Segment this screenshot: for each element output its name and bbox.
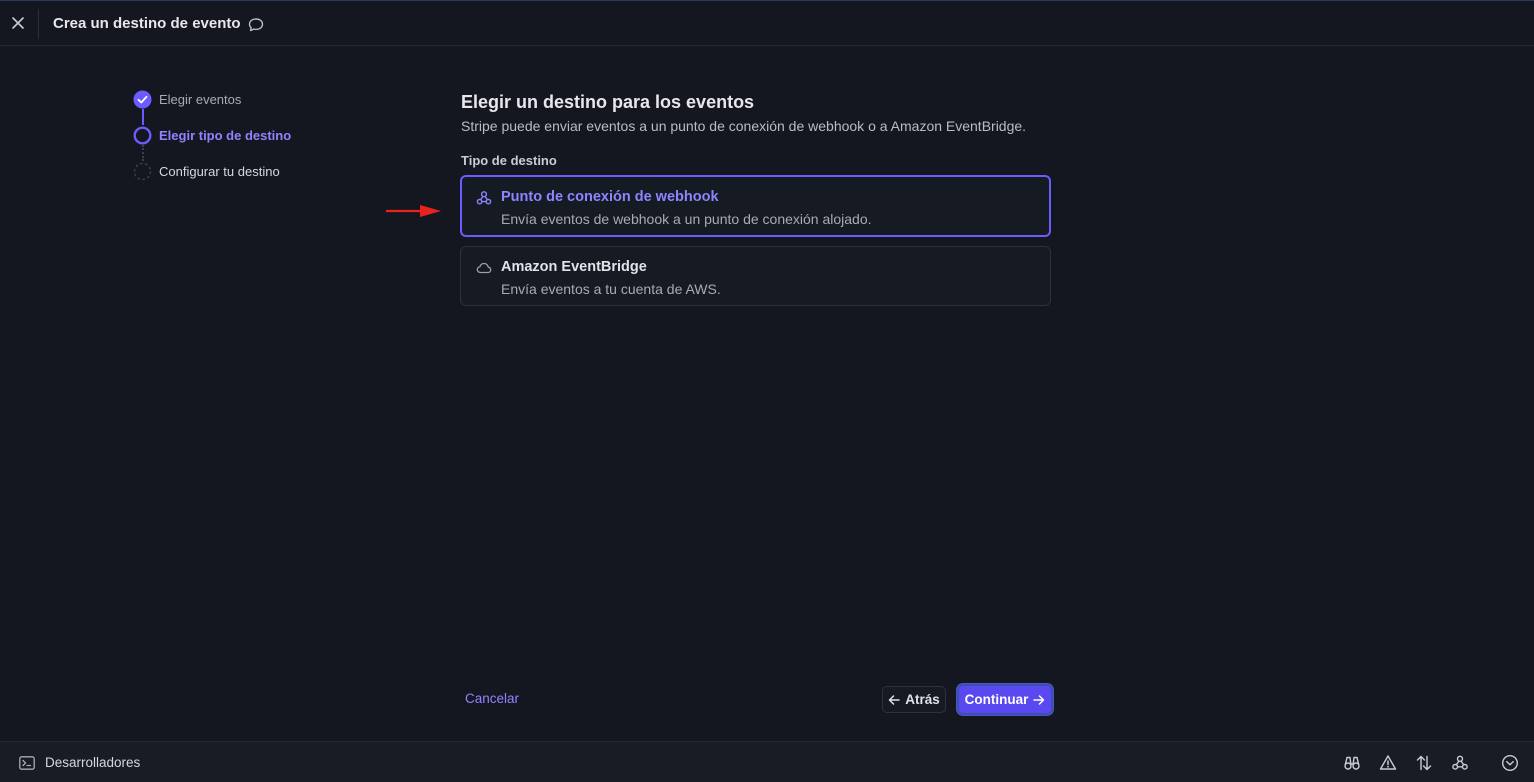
section-heading: Elegir un destino para los eventos: [461, 92, 755, 112]
page-title: Crea un destino de evento: [53, 15, 241, 32]
chevron-circle-icon[interactable]: [1501, 754, 1519, 772]
step-current-icon: [133, 125, 152, 145]
continue-button[interactable]: Continuar: [957, 684, 1053, 715]
arrow-left-icon: [888, 694, 900, 705]
step-label: Elegir tipo de destino: [159, 127, 292, 143]
annotation-arrow-icon: [386, 205, 441, 217]
webhook-icon: [476, 191, 492, 205]
back-button-label: Atrás: [905, 692, 940, 707]
close-button[interactable]: [8, 13, 28, 33]
developers-toggle[interactable]: Desarrolladores: [45, 755, 140, 770]
stepper-connector-2: [142, 145, 144, 161]
step-label: Configurar tu destino: [159, 163, 280, 179]
step-configurar-tu-destino[interactable]: Configurar tu destino: [133, 161, 280, 181]
continue-button-label: Continuar: [964, 692, 1029, 707]
section-description: Stripe puede enviar eventos a un punto d…: [461, 118, 1027, 134]
top-bar: Crea un destino de evento: [0, 0, 1534, 46]
arrow-right-icon: [1033, 694, 1045, 705]
step-elegir-tipo-de-destino[interactable]: Elegir tipo de destino: [133, 125, 291, 145]
developers-bar: Desarrolladores: [0, 741, 1534, 782]
step-label: Elegir eventos: [159, 91, 242, 107]
option-description: Envía eventos a tu cuenta de AWS.: [501, 281, 721, 297]
transfer-icon[interactable]: [1415, 754, 1433, 772]
cancel-button[interactable]: Cancelar: [465, 691, 519, 706]
close-icon: [12, 17, 24, 29]
warning-icon[interactable]: [1379, 754, 1397, 772]
stepper-connector-1: [142, 109, 144, 125]
header-divider: [38, 9, 39, 39]
webhook-icon[interactable]: [1451, 754, 1469, 772]
terminal-icon: [19, 756, 35, 770]
step-elegir-eventos[interactable]: Elegir eventos: [133, 89, 241, 109]
destination-type-label: Tipo de destino: [461, 153, 557, 168]
binoculars-icon[interactable]: [1343, 754, 1361, 772]
option-title: Punto de conexión de webhook: [501, 189, 719, 205]
feedback-icon[interactable]: [247, 16, 265, 34]
option-description: Envía eventos de webhook a un punto de c…: [501, 211, 872, 227]
destination-option-webhook[interactable]: Punto de conexión de webhook Envía event…: [460, 175, 1051, 237]
step-completed-icon: [133, 90, 152, 108]
cloud-icon: [476, 262, 492, 274]
back-button[interactable]: Atrás: [882, 686, 946, 713]
destination-option-eventbridge[interactable]: Amazon EventBridge Envía eventos a tu cu…: [460, 246, 1051, 306]
option-title: Amazon EventBridge: [501, 259, 647, 275]
step-pending-icon: [133, 162, 152, 180]
